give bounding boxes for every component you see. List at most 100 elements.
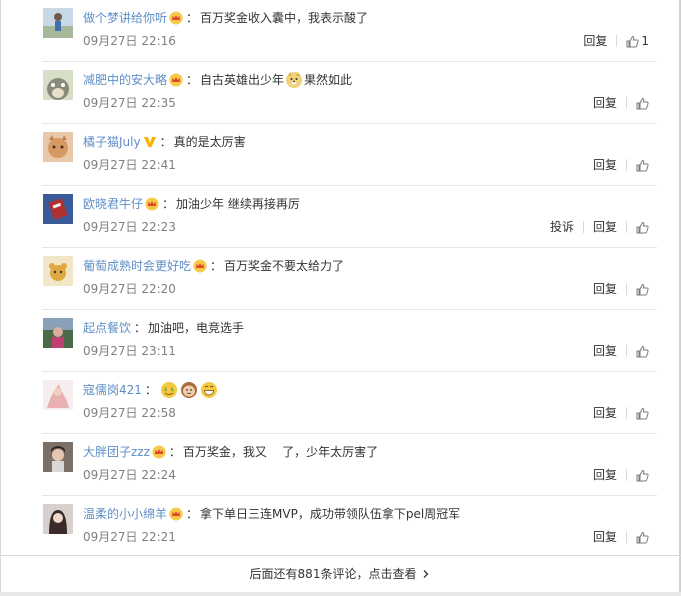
avatar[interactable] (43, 8, 73, 38)
avatar[interactable] (43, 380, 73, 410)
reply-button[interactable]: 回复 (593, 93, 617, 113)
comment-line: 葡萄成熟时会更好吃 ：百万奖金不要太给力了 (83, 256, 344, 276)
comment-text: 自古英雄出少年 (200, 73, 285, 87)
thumbs-up-icon (626, 35, 639, 47)
colon: ： (134, 321, 147, 335)
crown-icon[interactable] (169, 73, 183, 93)
comment-item: 寇儒岗421： $ $ 09月27日 22:58 回复 (0, 372, 681, 434)
crown-icon[interactable] (169, 507, 183, 527)
divider (0, 555, 681, 556)
comment-actions: 回复 (593, 527, 649, 547)
divider (626, 97, 627, 109)
colon: ： (144, 383, 157, 397)
username-link[interactable]: 葡萄成熟时会更好吃 (83, 259, 191, 273)
username-link[interactable]: 橘子猫July (83, 135, 141, 149)
thumbs-up-icon (636, 531, 649, 543)
reply-button[interactable]: 回复 (593, 527, 617, 547)
comment-line: 寇儒岗421： $ $ (83, 380, 219, 400)
reply-button[interactable]: 回复 (593, 217, 617, 237)
username-link[interactable]: 温柔的小小绵羊 (83, 507, 167, 521)
comment-item: 欧晓君牛仔 ：加油少年 继续再接再厉 09月27日 22:23 投诉 回复 (0, 186, 681, 248)
avatar[interactable] (43, 318, 73, 348)
crown-icon[interactable] (169, 11, 183, 31)
divider (626, 345, 627, 357)
colon: ： (168, 445, 181, 459)
avatar[interactable] (43, 504, 73, 534)
thumbs-up-icon (636, 469, 649, 481)
more-comments-text: 后面还有881条评论，点击查看 (249, 567, 417, 581)
grin-emoji (200, 381, 218, 405)
like-button[interactable] (636, 221, 649, 234)
comment-text: 百万奖金不要太给力了 (224, 259, 345, 273)
comment-line: 起点餐饮：加油吧，电竞选手 (83, 318, 244, 338)
colon: ： (186, 507, 199, 521)
avatar[interactable] (43, 70, 73, 100)
like-button[interactable] (636, 159, 649, 172)
reply-button[interactable]: 回复 (593, 279, 617, 299)
comment-actions: 回复 (593, 93, 649, 113)
comment-actions: 回复 (593, 155, 649, 175)
username-link[interactable]: 欧晓君牛仔 (83, 197, 143, 211)
like-button[interactable] (636, 469, 649, 482)
like-count: 1 (641, 34, 649, 48)
comment-time: 09月27日 22:35 (83, 96, 176, 110)
comment-line: 温柔的小小绵羊 ：拿下单日三连MVP，成功带领队伍拿下pel周冠军 (83, 504, 460, 524)
more-comments-link[interactable]: 后面还有881条评论，点击查看 (250, 567, 432, 581)
doge-emoji (285, 71, 303, 95)
crown-icon[interactable] (145, 197, 159, 217)
username-link[interactable]: 减肥中的安大略 (83, 73, 167, 87)
username-link[interactable]: 起点餐饮 (83, 321, 131, 335)
reply-button[interactable]: 回复 (593, 155, 617, 175)
comment-item: 橘子猫July ：真的是太厉害 09月27日 22:41 回复 (0, 124, 681, 186)
verified-v-icon[interactable] (143, 135, 157, 155)
comment-actions: 回复 (593, 403, 649, 423)
like-button[interactable] (636, 97, 649, 110)
comment-actions: 投诉 回复 (550, 217, 649, 237)
comment-text: 加油少年 继续再接再厉 (176, 197, 300, 211)
reply-button[interactable]: 回复 (583, 31, 607, 51)
reply-button[interactable]: 回复 (593, 341, 617, 361)
like-button[interactable]: 1 (626, 31, 649, 51)
comment-time: 09月27日 22:20 (83, 282, 176, 296)
divider (582, 221, 584, 233)
comment-item: 减肥中的安大略 ：自古英雄出少年 果然如此 09月27日 22:35 回复 (0, 62, 681, 124)
money-face-emoji: $ $ (160, 381, 178, 405)
comment-actions: 回复 (593, 341, 649, 361)
divider (626, 407, 627, 419)
comment-time: 09月27日 22:24 (83, 468, 176, 482)
avatar[interactable] (43, 194, 73, 224)
divider (626, 221, 627, 233)
colon: ： (210, 259, 223, 273)
crown-icon[interactable] (152, 445, 166, 465)
colon: ： (186, 11, 199, 25)
reply-button[interactable]: 回复 (593, 465, 617, 485)
like-button[interactable] (636, 407, 649, 420)
like-button[interactable] (636, 283, 649, 296)
username-link[interactable]: 做个梦讲给你听 (83, 11, 167, 25)
crown-icon[interactable] (193, 259, 207, 279)
reply-button[interactable]: 回复 (593, 403, 617, 423)
svg-text:$: $ (164, 387, 167, 393)
comment-text: 百万奖金，我又 了，少年太厉害了 (182, 445, 379, 459)
avatar[interactable] (43, 132, 73, 162)
like-button[interactable] (636, 345, 649, 358)
chevron-right-icon (423, 570, 429, 578)
complaint-button[interactable]: 投诉 (550, 217, 574, 237)
like-button[interactable] (636, 531, 649, 544)
comment-time: 09月27日 23:11 (83, 344, 176, 358)
username-link[interactable]: 寇儒岗421 (83, 383, 142, 397)
avatar[interactable] (43, 442, 73, 472)
divider (616, 35, 618, 47)
bottom-border (0, 592, 681, 596)
username-link[interactable]: 大胖团子zzz (83, 445, 150, 459)
thumbs-up-icon (636, 283, 649, 295)
avatar[interactable] (43, 256, 73, 286)
comment-actions: 回复 1 (583, 31, 649, 51)
colon: ： (162, 197, 175, 211)
comment-item: 温柔的小小绵羊 ：拿下单日三连MVP，成功带领队伍拿下pel周冠军 09月27日 … (0, 496, 681, 558)
thumbs-up-icon (636, 345, 649, 357)
comment-actions: 回复 (593, 465, 649, 485)
comment-line: 欧晓君牛仔 ：加油少年 继续再接再厉 (83, 194, 300, 214)
thumbs-up-icon (636, 97, 649, 109)
comment-text: 果然如此 (304, 73, 353, 87)
